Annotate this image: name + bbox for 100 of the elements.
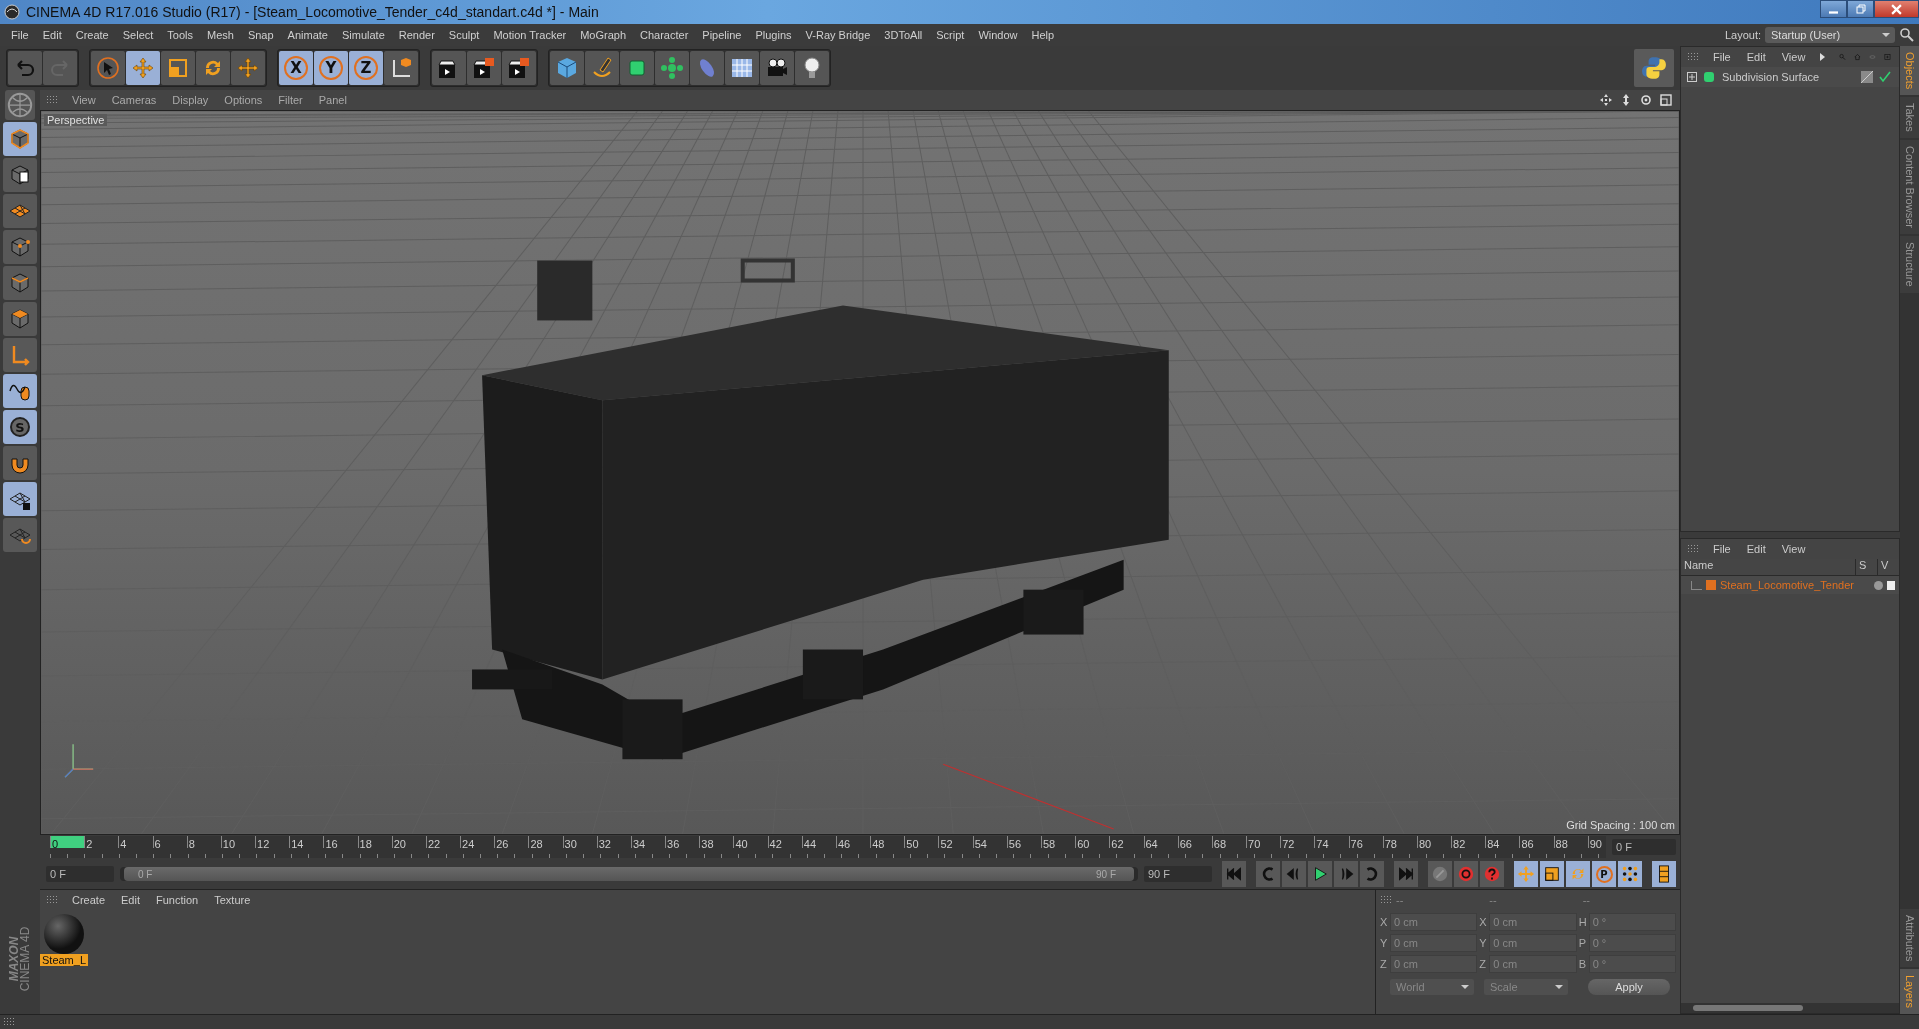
menu-item[interactable]: Render [391, 29, 442, 41]
next-key-button[interactable] [1360, 861, 1384, 887]
side-tab[interactable]: Content Browser [1900, 140, 1919, 234]
material-menu-item[interactable]: Texture [208, 894, 257, 906]
side-tab[interactable]: Takes [1900, 97, 1919, 139]
menu-item[interactable]: Tools [160, 29, 200, 41]
scale-button[interactable] [1540, 861, 1564, 887]
coords-tool-button[interactable] [384, 51, 418, 85]
objects-menu-item[interactable]: Edit [1740, 51, 1772, 63]
pen-tool-button[interactable] [585, 51, 619, 85]
material-name[interactable]: Steam_L [40, 954, 88, 966]
visibility-icon[interactable] [1887, 580, 1895, 590]
dolly-icon[interactable] [1620, 94, 1632, 106]
menu-item[interactable]: Script [929, 29, 972, 41]
material-menu-item[interactable]: Function [150, 894, 205, 906]
menu-item[interactable]: Animate [280, 29, 335, 41]
menu-item[interactable]: Edit [35, 29, 69, 41]
menu-item[interactable]: Select [115, 29, 161, 41]
side-tab[interactable]: Attributes [1900, 908, 1919, 967]
layers-menu-item[interactable]: File [1707, 543, 1737, 555]
viewport-menu-item[interactable]: Panel [312, 94, 353, 106]
material-sphere-thumbnail[interactable] [44, 914, 84, 954]
viewport-menu-item[interactable]: Options [218, 94, 269, 106]
search-icon[interactable] [1899, 27, 1915, 43]
side-tab[interactable]: Layers [1900, 968, 1919, 1014]
record-off-button[interactable] [1428, 861, 1452, 887]
undo-tool-button[interactable] [8, 51, 42, 85]
menu-item[interactable]: Motion Tracker [486, 29, 574, 41]
render-view-tool-button[interactable] [432, 51, 466, 85]
scale-tool-button[interactable] [161, 51, 195, 85]
edges-mode-button[interactable] [3, 266, 37, 300]
horizontal-scrollbar[interactable] [1681, 1003, 1899, 1013]
viewport-menu-item[interactable]: Cameras [105, 94, 163, 106]
menu-item[interactable]: V-Ray Bridge [798, 29, 878, 41]
globe-icon[interactable] [5, 90, 35, 120]
texture-mode-button[interactable] [3, 158, 37, 192]
render-picture-tool-button[interactable] [467, 51, 501, 85]
layer-color-swatch[interactable] [1706, 580, 1716, 590]
last-button[interactable] [1394, 861, 1418, 887]
light-tool-button[interactable] [795, 51, 829, 85]
objects-menu-item[interactable]: View [1775, 51, 1812, 63]
menu-item[interactable]: 3DToAll [877, 29, 930, 41]
layout-dropdown[interactable]: Startup (User) [1765, 27, 1895, 43]
first-button[interactable] [1222, 861, 1246, 887]
menu-item[interactable]: File [4, 29, 36, 41]
rotate-tool-button[interactable] [196, 51, 230, 85]
camera-tool-button[interactable] [760, 51, 794, 85]
side-tab[interactable]: Structure [1900, 236, 1919, 293]
film-button[interactable] [1652, 861, 1676, 887]
menu-item[interactable]: MoGraph [573, 29, 634, 41]
cloner-tool-button[interactable] [655, 51, 689, 85]
material-menu-item[interactable]: Create [66, 894, 112, 906]
viewport-menu-item[interactable]: View [66, 94, 102, 106]
param-button[interactable]: P [1592, 861, 1616, 887]
play-button[interactable] [1308, 861, 1332, 887]
axis-lock-button[interactable]: X [279, 51, 313, 85]
subdivision-tool-button[interactable] [620, 51, 654, 85]
model-mode-button[interactable] [3, 122, 37, 156]
enabled-check-icon[interactable] [1879, 71, 1891, 83]
workplane-mode-button[interactable] [3, 194, 37, 228]
tweak-mode-button[interactable] [3, 374, 37, 408]
render-settings-tool-button[interactable] [502, 51, 536, 85]
menu-item[interactable]: Mesh [200, 29, 241, 41]
snap-mode-button[interactable]: S [3, 410, 37, 444]
timeline-ruler[interactable]: 0 2 4 6 8 10 12 14 16 18 20 22 24 26 28 30 32 34 36 38 40 42 44 46 48 50 52 54 56 58 60 62 64 66 68 70 72 74 76 78 80 82 84 86 88 90 [50, 836, 1606, 858]
script-snake-button[interactable] [1634, 49, 1674, 87]
menu-item[interactable]: Create [68, 29, 116, 41]
record-button[interactable] [1454, 861, 1478, 887]
pla-button[interactable] [1618, 861, 1642, 887]
viewport-menu-item[interactable]: Filter [272, 94, 309, 106]
objects-menu-item[interactable]: File [1707, 51, 1737, 63]
start-frame-field[interactable]: 0 F [46, 866, 114, 882]
lock-mode-button[interactable] [3, 482, 37, 516]
menu-item[interactable]: Character [633, 29, 696, 41]
magnet-mode-button[interactable] [3, 446, 37, 480]
minimize-button[interactable] [1820, 0, 1847, 18]
menu-item[interactable]: Snap [240, 29, 281, 41]
expand-icon[interactable] [1687, 72, 1697, 82]
orbit-icon[interactable] [1640, 94, 1652, 106]
menu-item[interactable]: Help [1024, 29, 1062, 41]
help-button[interactable] [1480, 861, 1504, 887]
solo-dot-icon[interactable] [1874, 580, 1883, 590]
restore-button[interactable] [1847, 0, 1874, 18]
floor-tool-button[interactable] [725, 51, 759, 85]
material-menu-item[interactable]: Edit [115, 894, 146, 906]
current-frame-field[interactable]: 0 F [1612, 839, 1676, 855]
end-frame-field[interactable]: 90 F [1144, 866, 1212, 882]
menu-item[interactable]: Plugins [748, 29, 799, 41]
select-tool-button[interactable] [91, 51, 125, 85]
edit-tag-icon[interactable] [1861, 71, 1873, 83]
points-mode-button[interactable] [3, 230, 37, 264]
prev-key-button[interactable] [1256, 861, 1280, 887]
apply-button[interactable]: Apply [1588, 979, 1670, 995]
axis-lock-button[interactable]: Z [349, 51, 383, 85]
close-button[interactable] [1874, 0, 1919, 18]
axis-lock-button[interactable]: Y [314, 51, 348, 85]
menu-item[interactable]: Window [971, 29, 1025, 41]
polygons-mode-button[interactable] [3, 302, 37, 336]
cube-tool-button[interactable] [550, 51, 584, 85]
menu-item[interactable]: Pipeline [695, 29, 749, 41]
